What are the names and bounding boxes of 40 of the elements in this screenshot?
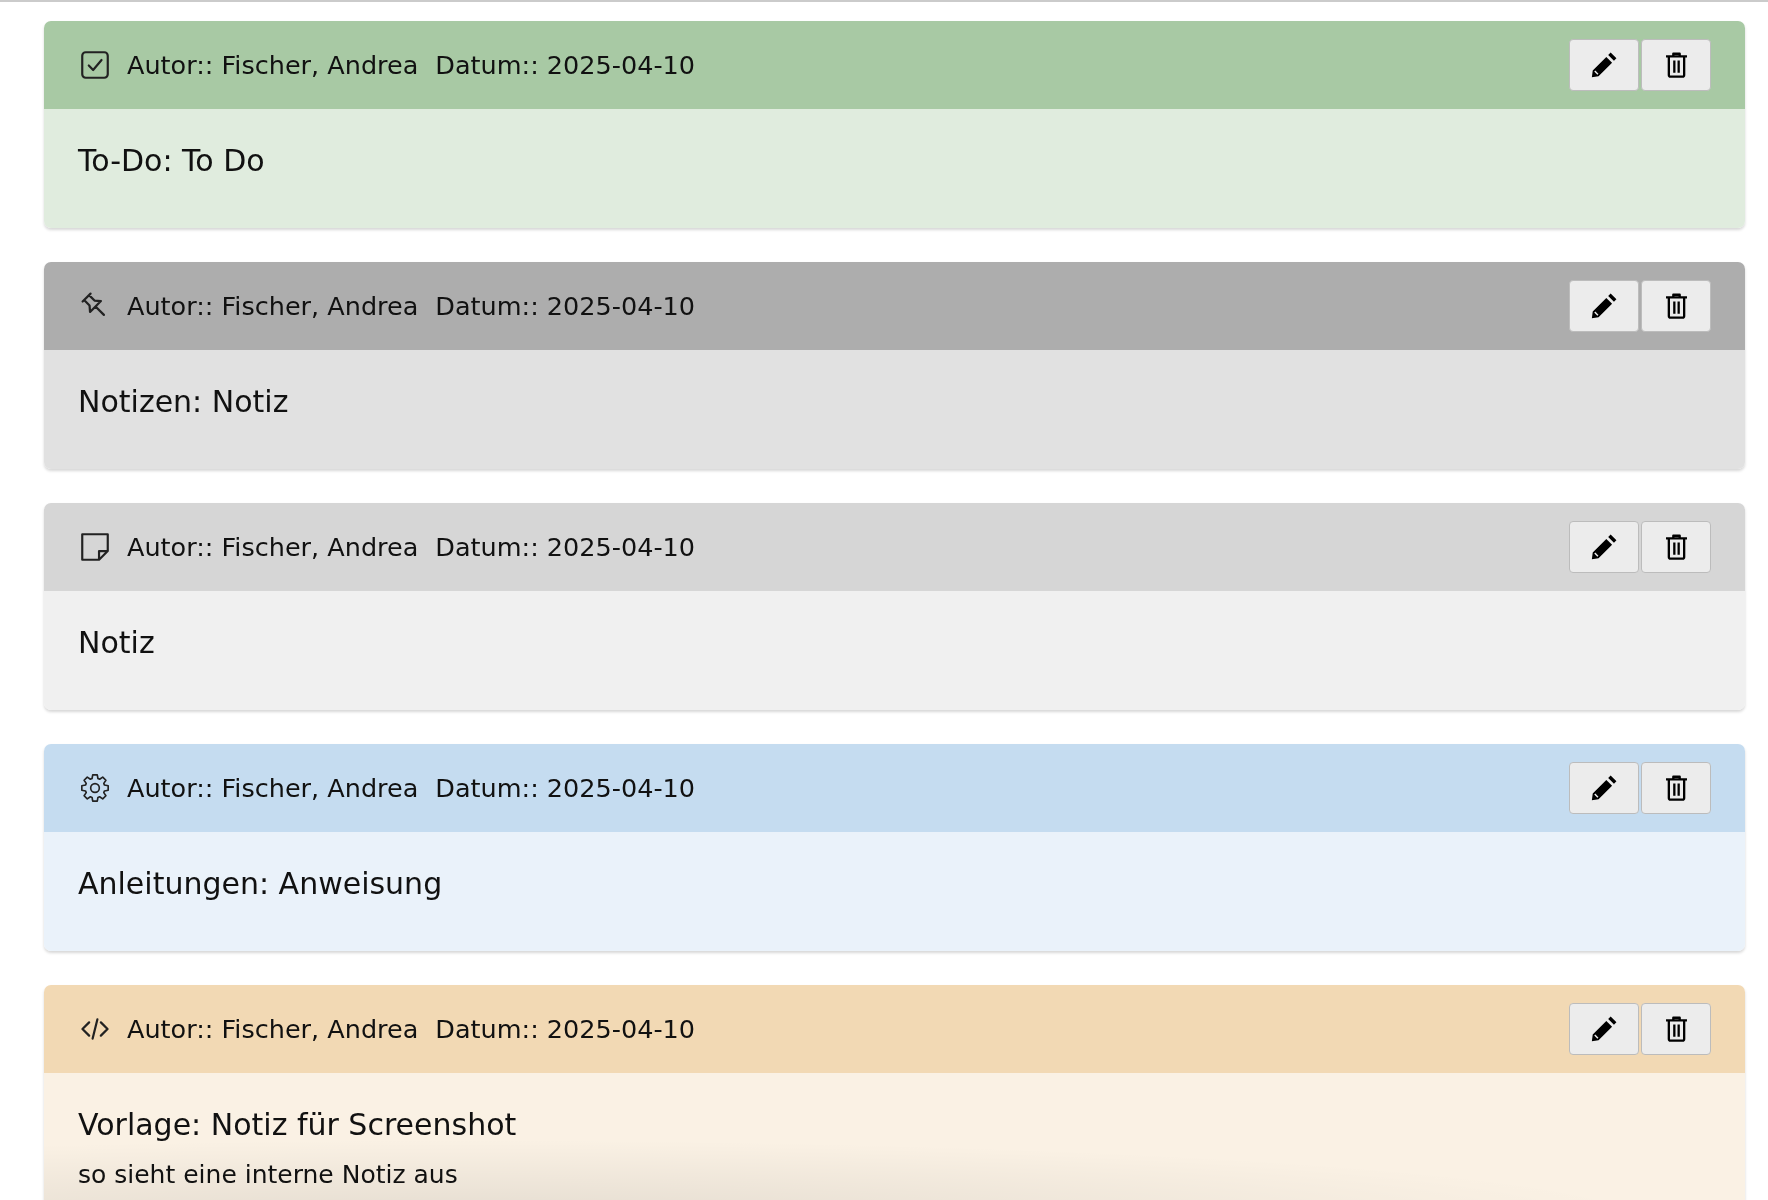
code-icon: [81, 1015, 109, 1043]
edit-button[interactable]: [1569, 1003, 1639, 1055]
trash-icon: [1664, 293, 1688, 319]
date-text: Datum:: 2025-04-10: [435, 773, 696, 803]
author-text: Autor:: Fischer, Andrea: [127, 773, 419, 803]
trash-icon: [1664, 775, 1688, 801]
pencil-icon: [1591, 293, 1617, 319]
delete-button[interactable]: [1641, 280, 1711, 332]
edit-button[interactable]: [1569, 39, 1639, 91]
note-title: To-Do: To Do: [78, 142, 266, 180]
checkbox-icon: [81, 51, 109, 79]
author-text: Autor:: Fischer, Andrea: [127, 291, 419, 321]
author-text: Autor:: Fischer, Andrea: [127, 532, 419, 562]
author-text: Autor:: Fischer, Andrea: [127, 1014, 419, 1044]
trash-icon: [1664, 52, 1688, 78]
pencil-icon: [1591, 534, 1617, 560]
delete-button[interactable]: [1641, 39, 1711, 91]
date-text: Datum:: 2025-04-10: [435, 532, 696, 562]
sticky-note-icon: [81, 533, 109, 561]
trash-icon: [1664, 1016, 1688, 1042]
trash-icon: [1664, 534, 1688, 560]
note-title: Notiz: [78, 624, 156, 662]
note-title: Notizen: Notiz: [78, 383, 290, 421]
pencil-icon: [1591, 1016, 1617, 1042]
author-text: Autor:: Fischer, Andrea: [127, 50, 419, 80]
pencil-icon: [1591, 775, 1617, 801]
note-text: so sieht eine interne Notiz aus: [78, 1160, 459, 1190]
date-text: Datum:: 2025-04-10: [435, 1014, 696, 1044]
delete-button[interactable]: [1641, 521, 1711, 573]
date-text: Datum:: 2025-04-10: [435, 291, 696, 321]
note-title: Anleitungen: Anweisung: [78, 865, 444, 903]
edit-button[interactable]: [1569, 521, 1639, 573]
delete-button[interactable]: [1641, 762, 1711, 814]
edit-button[interactable]: [1569, 762, 1639, 814]
gear-icon: [81, 774, 109, 802]
note-title: Vorlage: Notiz für Screenshot: [78, 1106, 518, 1144]
delete-button[interactable]: [1641, 1003, 1711, 1055]
edit-button[interactable]: [1569, 280, 1639, 332]
pencil-icon: [1591, 52, 1617, 78]
date-text: Datum:: 2025-04-10: [435, 50, 696, 80]
